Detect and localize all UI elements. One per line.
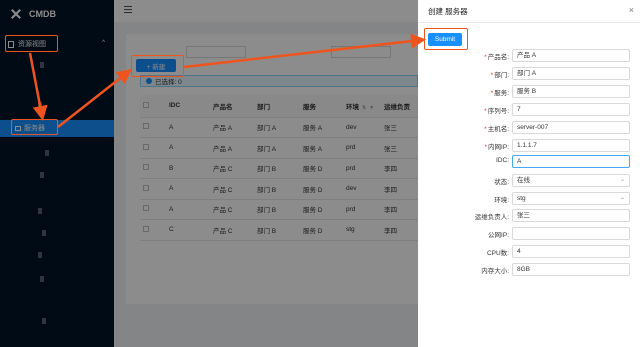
annotation-arrows: [28, 33, 426, 128]
arrow-to-server-item: [28, 52, 48, 121]
arrow-to-new-button: [57, 68, 132, 128]
arrow-to-submit-button: [183, 33, 426, 69]
